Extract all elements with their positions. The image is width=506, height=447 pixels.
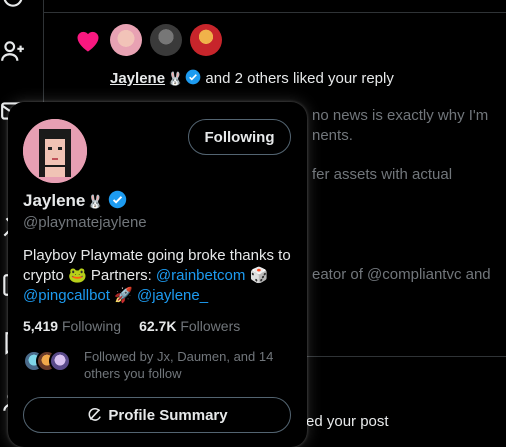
bio: Playboy Playmate going broke thanks to c… [23, 246, 293, 306]
mutual-avatars [23, 350, 73, 372]
following-count: 5,419 [23, 318, 59, 334]
avatar [49, 350, 71, 372]
liker-name-link[interactable]: Jaylene [110, 70, 165, 87]
followers-stat[interactable]: 62.7K Followers [139, 318, 240, 334]
verified-badge-icon [108, 190, 126, 209]
bio-link-rainbet[interactable]: @rainbetcom [156, 267, 245, 284]
avatar[interactable] [150, 24, 182, 56]
display-name[interactable]: Jaylene 🐰 [23, 190, 127, 211]
frog-emoji-icon: 🐸 [68, 267, 87, 284]
heart-icon [77, 31, 99, 52]
rocket-emoji-icon: 🚀 [114, 287, 133, 304]
profile-summary-label: Profile Summary [108, 407, 228, 424]
profile-hover-card: Following Jaylene 🐰 @playmatejaylene Play… [8, 102, 307, 447]
reply-text-line: nents. [312, 127, 353, 144]
liker-avatars [110, 24, 222, 56]
bio-link-jaylene[interactable]: @jaylene_ [137, 287, 208, 304]
rabbit-emoji-icon: 🐰 [167, 71, 184, 86]
following-button[interactable]: Following [188, 119, 291, 155]
avatar[interactable] [190, 24, 222, 56]
followers-label: Followers [180, 318, 241, 334]
user-handle[interactable]: @playmatejaylene [23, 214, 147, 231]
partial-top-icon[interactable] [0, 0, 26, 10]
liked-description: and 2 others liked your reply [205, 70, 394, 87]
reply-text-line: fer assets with actual [312, 166, 453, 183]
following-label: Following [61, 318, 122, 334]
rabbit-emoji-icon: 🐰 [87, 194, 104, 209]
following-stat[interactable]: 5,419 Following [23, 318, 121, 334]
liked-text: Jaylene 🐰 and 2 others liked your reply [110, 69, 394, 87]
add-person-icon[interactable] [0, 38, 26, 64]
follow-stats: 5,419 Following 62.7K Followers [23, 318, 240, 334]
notification-text: ed your post [306, 413, 389, 430]
avatar[interactable] [110, 24, 142, 56]
reply-text-line: no news is exactly why I'm [312, 107, 489, 124]
grok-summary-icon [88, 407, 102, 421]
dice-emoji-icon: 🎲 [249, 267, 269, 284]
bio-link-pingcallbot[interactable]: @pingcallbot [23, 287, 110, 304]
followed-by-text: Followed by Jx, Daumen, and 14 others yo… [84, 349, 274, 381]
bio-text: Partners: [90, 267, 152, 284]
profile-avatar[interactable] [23, 119, 87, 183]
display-name-text[interactable]: Jaylene [23, 191, 85, 210]
followers-count: 62.7K [139, 318, 177, 334]
reply-text-line: eator of @compliantvc and [312, 266, 491, 283]
profile-summary-button[interactable]: Profile Summary [23, 397, 291, 433]
verified-badge-icon [185, 69, 201, 85]
followed-by-row[interactable]: Followed by Jx, Daumen, and 14 others yo… [23, 348, 293, 382]
